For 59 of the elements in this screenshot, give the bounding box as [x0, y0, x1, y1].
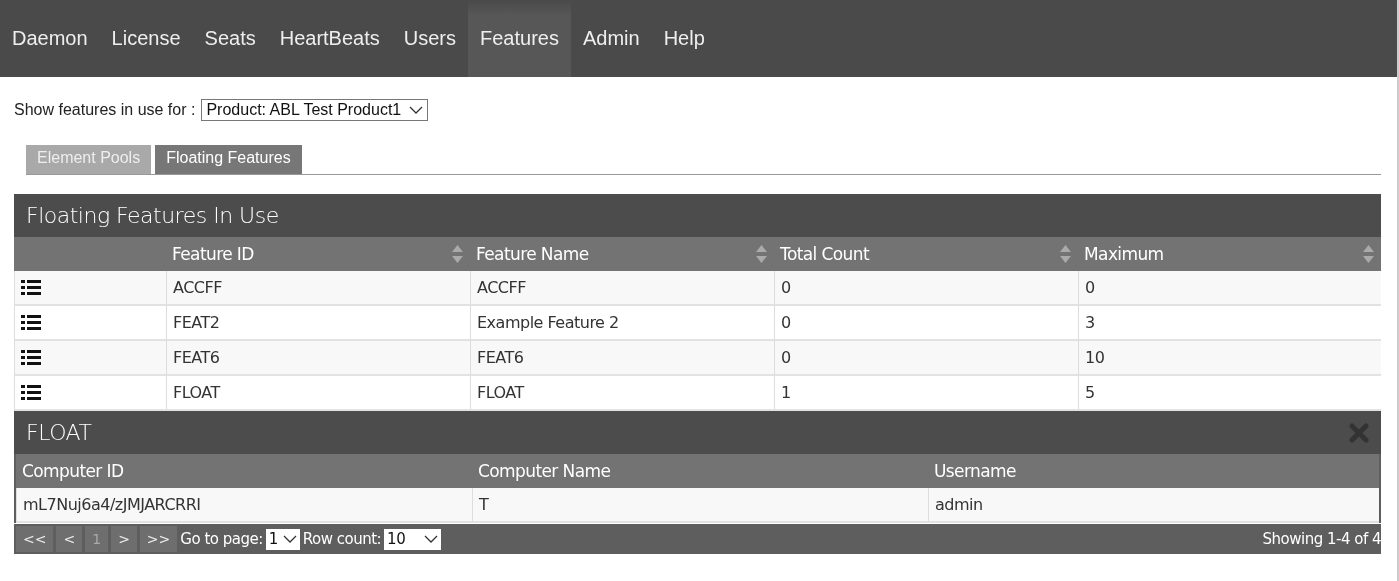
- table-cell: 1: [774, 376, 1078, 411]
- sort-icon[interactable]: [1059, 244, 1072, 264]
- row-count-label: Row count:: [302, 530, 382, 548]
- nav-tab[interactable]: Help: [651, 0, 717, 77]
- nav-tab[interactable]: Users: [391, 0, 468, 77]
- table-cell: FEAT2: [166, 306, 470, 341]
- table-cell: FLOAT: [166, 376, 470, 411]
- table-cell: T: [472, 488, 928, 523]
- table-cell: ACCFF: [166, 271, 470, 306]
- chevron-down-icon: [282, 534, 297, 544]
- table-cell: 3: [1078, 306, 1381, 341]
- table-cell: 0: [774, 271, 1078, 306]
- chevron-down-icon: [409, 105, 424, 115]
- column-header[interactable]: Feature Name: [470, 237, 774, 271]
- column-header: Username: [928, 454, 1379, 488]
- sort-icon[interactable]: [1362, 244, 1375, 264]
- table-cell: 5: [1078, 376, 1381, 411]
- product-dropdown[interactable]: Product: ABL Test Product1: [201, 99, 429, 121]
- nav-tab[interactable]: HeartBeats: [267, 0, 392, 77]
- list-icon[interactable]: [21, 279, 41, 296]
- column-header: Computer Name: [472, 454, 928, 488]
- table-cell: 10: [1078, 341, 1381, 376]
- table-cell: Example Feature 2: [470, 306, 774, 341]
- table-cell: FLOAT: [470, 376, 774, 411]
- table-cell: FEAT6: [166, 341, 470, 376]
- sort-icon[interactable]: [755, 244, 768, 264]
- column-header[interactable]: Maximum: [1078, 237, 1381, 271]
- tab[interactable]: Floating Features: [155, 145, 302, 174]
- chevron-down-icon: [424, 534, 439, 544]
- column-header[interactable]: Feature ID: [166, 237, 470, 271]
- list-icon[interactable]: [21, 349, 41, 366]
- page-dropdown[interactable]: 1: [265, 528, 300, 550]
- nav-tab[interactable]: Daemon: [0, 0, 100, 77]
- table-cell: admin: [928, 488, 1379, 523]
- page-button[interactable]: >>: [139, 526, 178, 552]
- filter-label: Show features in use for :: [14, 101, 196, 119]
- page-button[interactable]: <<: [16, 526, 54, 552]
- column-header[interactable]: Total Count: [774, 237, 1078, 271]
- row-count-dropdown[interactable]: 10: [384, 528, 442, 550]
- page-button[interactable]: >: [111, 526, 137, 552]
- table-cell: 0: [774, 306, 1078, 341]
- status-text: Showing 1-4 of 4: [1262, 530, 1381, 548]
- page-button[interactable]: <: [56, 526, 83, 552]
- list-icon[interactable]: [21, 314, 41, 331]
- sort-icon[interactable]: [451, 244, 464, 264]
- table-cell: 0: [1078, 271, 1381, 306]
- detail-title: FLOAT: [26, 420, 92, 445]
- nav-tab[interactable]: Admin: [570, 0, 652, 77]
- table-cell: 0: [774, 341, 1078, 376]
- table-cell: mL7Nuj6a4/zJMJARCRRI: [16, 488, 472, 523]
- nav-tab[interactable]: Seats: [192, 0, 268, 77]
- list-icon[interactable]: [21, 384, 41, 401]
- goto-label: Go to page:: [180, 530, 263, 548]
- nav-tab[interactable]: License: [99, 0, 193, 77]
- close-icon[interactable]: [1349, 422, 1369, 443]
- table-cell: FEAT6: [470, 341, 774, 376]
- column-header: Computer ID: [16, 454, 472, 488]
- table-cell: ACCFF: [470, 271, 774, 306]
- table-title: Floating Features In Use: [26, 203, 279, 228]
